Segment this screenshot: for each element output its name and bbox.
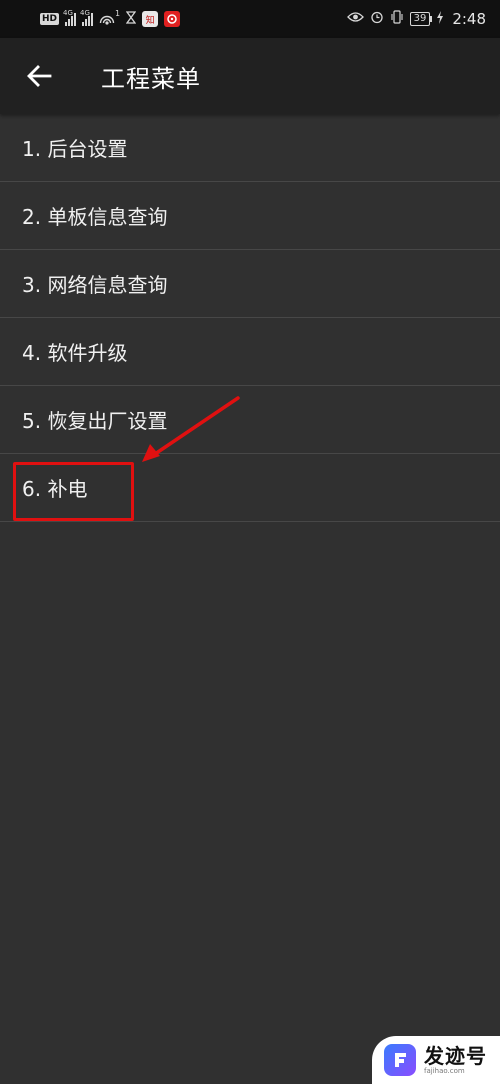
annotation-arrow-icon — [142, 396, 240, 462]
watermark-logo-icon — [384, 1044, 416, 1076]
screen: HD 4G 4G 1 知 39 2:48 工程菜单 1. 后台设置 2. 单板信… — [0, 0, 500, 1084]
watermark-text: 发迹号 fajihao.com — [424, 1045, 487, 1076]
watermark-name: 发迹号 — [424, 1043, 487, 1068]
watermark: 发迹号 fajihao.com — [372, 1036, 500, 1084]
watermark-site: fajihao.com — [424, 1066, 465, 1075]
